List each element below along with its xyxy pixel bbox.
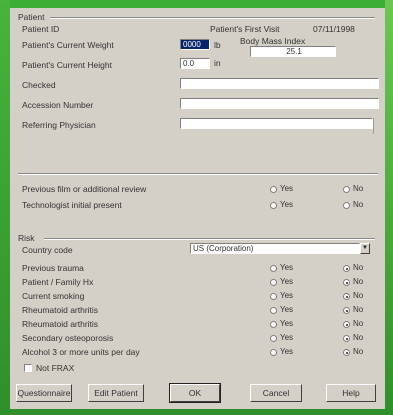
accession-label: Accession Number	[22, 100, 94, 110]
cancel-button[interactable]: Cancel	[250, 384, 302, 402]
current-weight-field[interactable]: 0000	[180, 39, 210, 50]
country-code-select[interactable]: US (Corporation)	[190, 243, 360, 254]
risk-row-no-label: No	[353, 305, 364, 314]
height-unit: in	[214, 58, 221, 68]
referring-scrollbar[interactable]	[373, 118, 379, 134]
question-2-no-radio[interactable]	[343, 202, 350, 209]
question-2-yes-radio[interactable]	[270, 202, 277, 209]
risk-row-yes-label: Yes	[280, 263, 294, 272]
patient-group-line	[50, 17, 375, 19]
risk-row-yes-radio[interactable]	[270, 321, 277, 328]
risk-row-yes-label: Yes	[280, 333, 294, 342]
risk-section-title: Risk	[18, 233, 35, 243]
risk-group-line	[44, 238, 375, 240]
risk-row-yes-radio[interactable]	[270, 335, 277, 342]
risk-row-yes-radio[interactable]	[270, 279, 277, 286]
risk-row-no-radio[interactable]	[343, 293, 350, 300]
risk-row-no-label: No	[353, 277, 364, 286]
question-1-yes-label: Yes	[280, 184, 294, 193]
risk-row-yes-label: Yes	[280, 347, 294, 356]
window-frame-left	[0, 0, 10, 415]
window-frame-right	[385, 0, 393, 415]
help-button[interactable]: Help	[326, 384, 376, 402]
question-1-label: Previous film or additional review	[22, 184, 147, 194]
question-2-yes-label: Yes	[280, 200, 294, 209]
first-visit-value: 07/11/1998	[313, 24, 355, 34]
questionnaire-button[interactable]: Questionnaire	[16, 384, 72, 402]
referring-field[interactable]	[180, 118, 373, 129]
checked-field[interactable]	[180, 78, 379, 89]
patient-section-title: Patient	[18, 12, 45, 22]
current-height-label: Patient's Current Height	[22, 60, 112, 70]
risk-row-no-label: No	[353, 333, 364, 342]
patient-id-label: Patient ID	[22, 24, 60, 34]
first-visit-label: Patient's First Visit	[210, 24, 280, 34]
not-frax-checkbox[interactable]	[24, 364, 32, 372]
risk-row-no-label: No	[353, 319, 364, 328]
body-mass-label: Body Mass Index	[240, 36, 306, 46]
risk-row-yes-radio[interactable]	[270, 293, 277, 300]
risk-row-label: Current smoking	[22, 291, 85, 301]
risk-row-label: Previous trauma	[22, 263, 84, 273]
risk-row-no-radio[interactable]	[343, 349, 350, 356]
risk-row-label: Patient / Family Hx	[22, 277, 94, 287]
risk-row-label: Rheumatoid arthritis	[22, 319, 99, 329]
risk-row-yes-radio[interactable]	[270, 349, 277, 356]
question-2-label: Technologist initial present	[22, 200, 122, 210]
risk-row-yes-label: Yes	[280, 305, 294, 314]
ok-button[interactable]: OK	[169, 383, 221, 403]
risk-row-yes-label: Yes	[280, 319, 294, 328]
question-1-no-radio[interactable]	[343, 186, 350, 193]
country-code-label: Country code	[22, 245, 73, 255]
patient-dialog: Patient Patient ID Patient's First Visit…	[10, 8, 385, 409]
current-weight-label: Patient's Current Weight	[22, 40, 114, 50]
edit-patient-button[interactable]: Edit Patient	[88, 384, 144, 402]
risk-row-no-radio[interactable]	[343, 335, 350, 342]
risk-row-no-radio[interactable]	[343, 307, 350, 314]
risk-row-yes-radio[interactable]	[270, 265, 277, 272]
current-height-field[interactable]: 0.0	[180, 58, 210, 69]
question-1-yes-radio[interactable]	[270, 186, 277, 193]
risk-row-label: Secondary osteoporosis	[22, 333, 114, 343]
questions-divider	[18, 173, 378, 175]
referring-label: Referring Physician	[22, 120, 96, 130]
risk-row-yes-radio[interactable]	[270, 307, 277, 314]
body-mass-field[interactable]: 25.1	[250, 46, 336, 57]
question-2-no-label: No	[353, 200, 364, 209]
risk-row-yes-label: Yes	[280, 277, 294, 286]
window-frame-bottom	[0, 409, 393, 415]
risk-row-no-label: No	[353, 291, 364, 300]
risk-row-no-radio[interactable]	[343, 265, 350, 272]
risk-row-yes-label: Yes	[280, 291, 294, 300]
question-1-no-label: No	[353, 184, 364, 193]
risk-row-no-radio[interactable]	[343, 321, 350, 328]
not-frax-label: Not FRAX	[36, 363, 75, 373]
risk-row-no-radio[interactable]	[343, 279, 350, 286]
risk-row-no-label: No	[353, 347, 364, 356]
weight-unit: lb	[214, 40, 221, 50]
window-frame-top	[0, 0, 393, 8]
accession-field[interactable]	[180, 98, 379, 109]
risk-row-no-label: No	[353, 263, 364, 272]
checked-label: Checked	[22, 80, 56, 90]
risk-row-label: Alcohol 3 or more units per day	[22, 347, 140, 357]
country-code-dropdown-button[interactable]: ▼	[360, 243, 370, 254]
risk-row-label: Rheumatoid arthritis	[22, 305, 99, 315]
